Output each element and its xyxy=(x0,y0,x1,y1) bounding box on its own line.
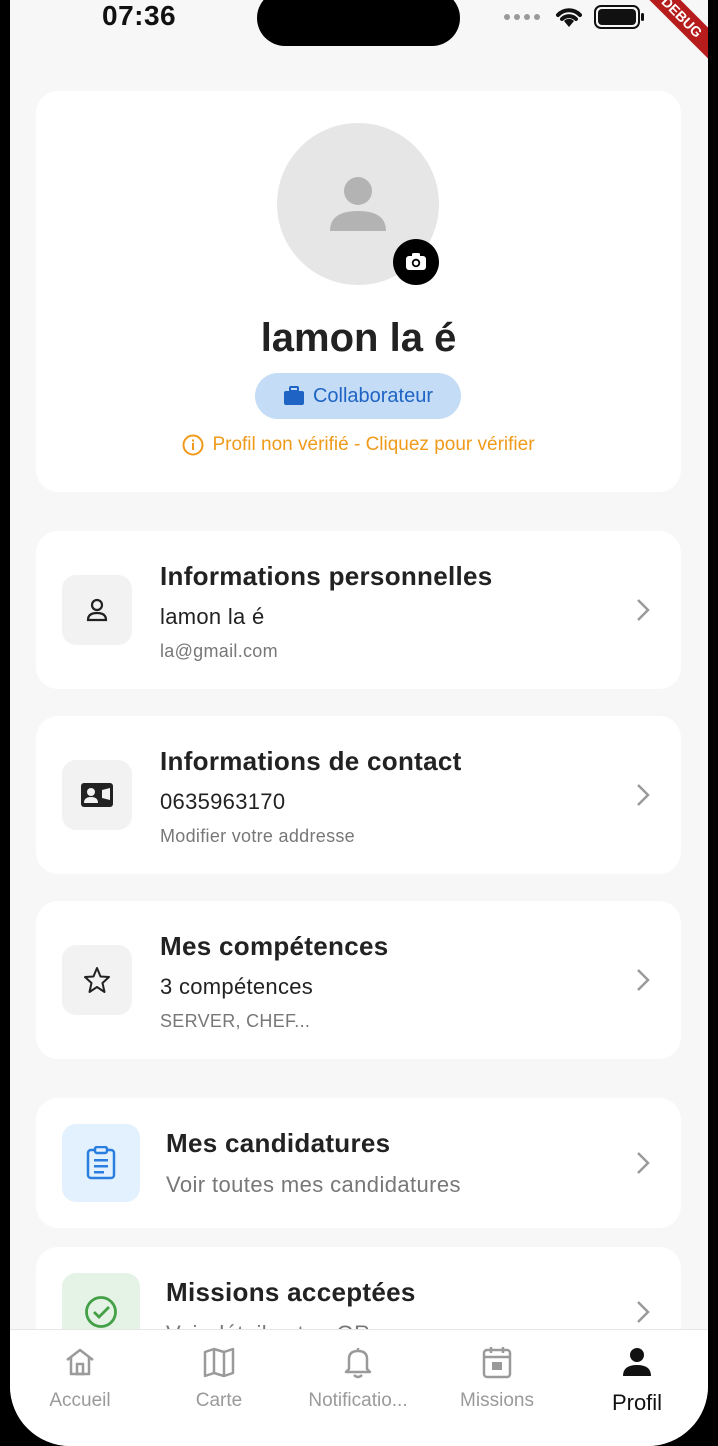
change-photo-button[interactable] xyxy=(393,239,439,285)
battery-icon xyxy=(594,5,644,29)
profile-card: lamon la é Collaborateur Profil non véri… xyxy=(36,91,681,492)
chevron-right-icon xyxy=(637,784,650,806)
tab-profile[interactable]: Profil xyxy=(567,1342,707,1416)
item-subtitle: 3 compétences xyxy=(160,974,314,999)
tab-missions[interactable]: Missions xyxy=(427,1342,567,1412)
clipboard-icon xyxy=(62,1124,140,1202)
skills-card[interactable]: Mes compétences 3 compétences SERVER, CH… xyxy=(36,901,681,1059)
item-detail: SERVER, CHEF... xyxy=(160,1011,311,1031)
tab-notifications[interactable]: Notificatio... xyxy=(288,1342,428,1412)
status-icons xyxy=(504,4,646,30)
status-time: 07:36 xyxy=(102,0,177,31)
applications-card[interactable]: Mes candidatures Voir toutes mes candida… xyxy=(36,1098,681,1228)
camera-icon xyxy=(406,253,426,270)
item-title: Informations de contact xyxy=(160,746,462,776)
tab-label: Carte xyxy=(195,1390,243,1411)
chevron-right-icon xyxy=(637,969,650,991)
item-detail: Modifier votre addresse xyxy=(160,826,355,846)
verify-profile-link[interactable]: Profil non vérifié - Cliquez pour vérifi… xyxy=(36,434,681,456)
tab-label: Notificatio... xyxy=(308,1390,408,1411)
map-icon xyxy=(203,1347,235,1378)
chevron-right-icon xyxy=(637,1152,650,1174)
person-icon xyxy=(623,1348,651,1376)
item-subtitle: 0635963170 xyxy=(160,789,286,814)
tab-label: Missions xyxy=(460,1390,534,1411)
item-subtitle: lamon la é xyxy=(160,604,265,629)
wifi-icon xyxy=(556,8,582,27)
verify-text: Profil non vérifié - Cliquez pour vérifi… xyxy=(212,434,535,455)
briefcase-icon xyxy=(283,386,304,405)
person-outline-icon xyxy=(62,575,132,645)
dynamic-island xyxy=(257,0,460,46)
role-label: Collaborateur xyxy=(312,384,434,407)
signal-dots-icon xyxy=(504,14,540,20)
tab-home[interactable]: Accueil xyxy=(10,1342,150,1412)
contact-card-icon xyxy=(62,760,132,830)
personal-info-card[interactable]: Informations personnelles lamon la é la@… xyxy=(36,531,681,689)
role-badge: Collaborateur xyxy=(255,373,461,419)
item-detail: la@gmail.com xyxy=(160,641,278,661)
star-outline-icon xyxy=(62,945,132,1015)
calendar-icon xyxy=(482,1347,512,1379)
item-title: Missions acceptées xyxy=(166,1277,416,1307)
home-icon xyxy=(66,1348,94,1376)
info-icon xyxy=(182,434,204,456)
bell-icon xyxy=(344,1348,372,1379)
tab-map[interactable]: Carte xyxy=(149,1342,289,1412)
screen: 07:36 DEBUG lamon la é Collaborateur Pro… xyxy=(10,0,708,1446)
item-title: Mes compétences xyxy=(160,931,389,961)
chevron-right-icon xyxy=(637,599,650,621)
item-subtitle: Voir toutes mes candidatures xyxy=(166,1172,461,1197)
item-title: Mes candidatures xyxy=(166,1128,391,1158)
tab-label: Accueil xyxy=(49,1390,111,1411)
item-title: Informations personnelles xyxy=(160,561,493,591)
chevron-right-icon xyxy=(637,1301,650,1323)
tab-label: Profil xyxy=(611,1390,663,1415)
profile-name: lamon la é xyxy=(260,316,457,360)
bottom-tab-bar: Accueil Carte Notificatio... Missions Pr… xyxy=(10,1329,708,1446)
contact-info-card[interactable]: Informations de contact 0635963170 Modif… xyxy=(36,716,681,874)
